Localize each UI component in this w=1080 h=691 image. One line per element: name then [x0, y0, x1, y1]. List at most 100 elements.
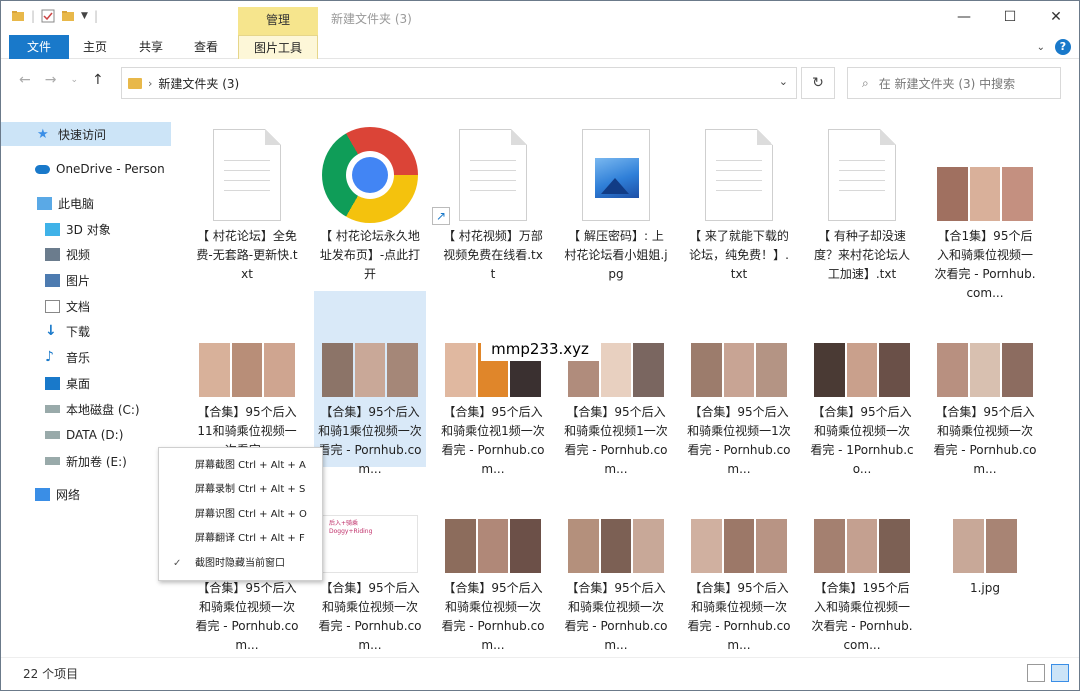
tab-home[interactable]: 主页 [73, 35, 117, 59]
sidebar-item-documents[interactable]: 文档 [1, 294, 171, 318]
sidebar-item-videos[interactable]: 视频 [1, 242, 171, 266]
sidebar-item-label: OneDrive - Person [56, 162, 165, 176]
chevron-down-icon[interactable]: ⌄ [779, 75, 788, 88]
minimize-button[interactable]: — [941, 1, 987, 33]
sidebar-item-label: 新加卷 (E:) [66, 454, 127, 469]
customize-toolbar-icon[interactable]: ▼ [81, 11, 88, 21]
sidebar-item-desktop[interactable]: 桌面 [1, 371, 171, 395]
folder-icon [128, 77, 142, 89]
menu-item-screen-ocr[interactable]: 屏幕识图 Ctrl + Alt + O [159, 503, 322, 527]
file-name: 1.jpg [969, 581, 1001, 595]
sidebar-item-label: 视频 [66, 247, 91, 262]
sidebar-item-network[interactable]: 网络 [1, 482, 171, 506]
sidebar-item-3d-objects[interactable]: 3D 对象 [1, 217, 171, 241]
cube-icon [45, 222, 60, 236]
tab-picture-tools[interactable]: 图片工具 [238, 35, 318, 59]
maximize-button[interactable]: ☐ [987, 1, 1033, 33]
search-placeholder: 在 新建文件夹 (3) 中搜索 [878, 76, 1016, 91]
file-item[interactable]: 【 有种子却没速度？来村花论坛人工加速】.txt [806, 115, 918, 291]
divider: | [93, 9, 99, 23]
text-file-icon [705, 129, 773, 221]
recent-locations-icon[interactable]: ⌄ [70, 72, 78, 88]
sidebar-item-drive-e[interactable]: 新加卷 (E:) [1, 449, 171, 473]
sidebar-item-music[interactable]: ♪ 音乐 [1, 345, 171, 369]
file-item[interactable]: 1.jpg [929, 467, 1041, 643]
sidebar-item-label: 本地磁盘 (C:) [66, 402, 140, 417]
window-title: 新建文件夹 (3) [331, 12, 412, 26]
breadcrumb[interactable]: 新建文件夹 (3) [158, 75, 239, 92]
file-item[interactable]: 【合集】95个后入和骑乘位视频一次看完 - Pornhub.com... [437, 467, 549, 652]
close-button[interactable]: ✕ [1033, 1, 1079, 33]
file-item[interactable]: 【合1集】95个后入和骑乘位视频一次看完 - Pornhub.com... [929, 115, 1041, 300]
back-arrow-icon[interactable]: ← [19, 72, 31, 88]
address-bar[interactable]: › 新建文件夹 (3) ⌄ [121, 67, 797, 99]
video-thumbnail [199, 343, 296, 397]
file-name: 【合集】95个后入和骑乘位视频一次看完 - Pornhub.com... [441, 581, 545, 652]
manage-contextual-tab[interactable]: 管理 [238, 7, 318, 35]
properties-icon[interactable] [41, 9, 55, 23]
video-thumbnail [445, 519, 542, 573]
file-item[interactable]: 【 来了就能下载的论坛，纯免费！】.txt [683, 115, 795, 291]
menu-item-screen-translate[interactable]: 屏幕翻译 Ctrl + Alt + F [159, 527, 322, 551]
sidebar-item-quick-access[interactable]: ★ 快速访问 [1, 122, 171, 146]
menu-item-screen-capture[interactable]: 屏幕截图 Ctrl + Alt + A [159, 454, 322, 478]
new-folder-icon[interactable] [61, 9, 75, 23]
file-item[interactable]: 【合集】95个后入和骑乘位视频一次看完 - 1Pornhub.co... [806, 291, 918, 476]
desktop-icon [45, 376, 60, 390]
file-name: 【合集】95个后入和骑乘位视频一次看完 - Pornhub.com... [195, 581, 299, 652]
download-icon: ↓ [45, 322, 57, 339]
file-item[interactable]: 【 解压密码】: 上村花论坛看小姐姐.jpg [560, 115, 672, 291]
vertical-scrollbar[interactable] [1061, 105, 1079, 655]
sidebar-item-label: DATA (D:) [66, 428, 124, 442]
menu-item-screen-record[interactable]: 屏幕录制 Ctrl + Alt + S [159, 478, 322, 502]
file-item[interactable]: 【合集】95个后入和骑乘位视频一次看完 - Pornhub.com... [929, 291, 1041, 476]
file-item[interactable]: 【 村花视频】万部视频免费在线看.txt [437, 115, 549, 291]
video-thumbnail [814, 519, 911, 573]
sidebar-item-onedrive[interactable]: OneDrive - Person [1, 157, 171, 181]
expand-ribbon-icon[interactable]: ⌄ [1037, 42, 1045, 53]
checkmark-icon: ✓ [173, 558, 182, 569]
file-item[interactable]: 【合集】95个后入和骑1乘位视频一次看完 - Pornhub.com... [314, 291, 426, 476]
file-item[interactable]: 【合集】95个后入11和骑乘位视频一次看完 - [191, 291, 303, 467]
sidebar-item-this-pc[interactable]: 此电脑 [1, 191, 171, 215]
menu-item-hide-window[interactable]: ✓ 截图时隐藏当前窗口 [159, 552, 322, 576]
view-switcher [1027, 664, 1069, 682]
file-item[interactable]: 【合集】95个后入和骑乘位视频一次看完 - Pornhub.com... [560, 467, 672, 652]
chevron-right-icon[interactable]: › [148, 77, 152, 90]
sidebar-item-drive-c[interactable]: 本地磁盘 (C:) [1, 397, 171, 421]
star-icon: ★ [37, 126, 49, 142]
search-input[interactable]: ⌕ 在 新建文件夹 (3) 中搜索 [847, 67, 1061, 99]
refresh-button[interactable]: ↻ [801, 67, 835, 99]
large-icons-view-icon[interactable] [1051, 664, 1069, 682]
file-item[interactable]: 【合集】95个后入和骑乘位视频一次看完 - Pornhub.com... [683, 467, 795, 652]
divider: | [31, 9, 36, 23]
sidebar-item-drive-d[interactable]: DATA (D:) [1, 423, 171, 447]
forward-arrow-icon[interactable]: → [45, 72, 57, 88]
sidebar-item-label: 桌面 [66, 376, 91, 391]
drive-icon [45, 431, 60, 439]
sidebar-item-downloads[interactable]: ↓ 下载 [1, 319, 171, 343]
file-item[interactable]: ↗ 【 村花论坛永久地址发布页】-点此打开 [314, 115, 450, 291]
window-controls: — ☐ ✕ [941, 1, 1079, 33]
file-item[interactable]: 【合集】95个后入和骑乘位视频一1次看完 - Pornhub.com... [683, 291, 795, 476]
file-name: 【合集】95个后入和骑乘位视频一次看完 - Pornhub.com... [318, 581, 422, 652]
file-name: 【合集】95个后入和骑乘位视频一次看完 - Pornhub.com... [687, 581, 791, 652]
details-view-icon[interactable] [1027, 664, 1045, 682]
file-item[interactable]: 【合集】95个后入和骑乘位视1频一次看完 - Pornhub.com... [437, 291, 549, 476]
image-file-icon [582, 129, 650, 221]
file-item[interactable]: 【合集】95个后入和骑乘位视频1一次看完 - Pornhub.com... [560, 291, 672, 476]
tab-view[interactable]: 查看 [184, 35, 228, 59]
up-arrow-icon[interactable]: ↑ [92, 72, 104, 88]
file-item[interactable]: 【合集】195个后入和骑乘位视频一次看完 - Pornhub.com... [806, 467, 918, 652]
text-file-icon [213, 129, 281, 221]
help-icon[interactable]: ? [1055, 39, 1071, 55]
tab-file[interactable]: 文件 [9, 35, 69, 59]
sidebar-item-pictures[interactable]: 图片 [1, 268, 171, 292]
ribbon-right: ⌄ ? [1037, 39, 1071, 55]
item-count: 22 个项目 [23, 667, 79, 681]
tab-share[interactable]: 共享 [129, 35, 173, 59]
video-thumbnail [937, 167, 1034, 221]
file-item[interactable]: 后入+骑乘 Doggy+Riding 【合集】95个后入和骑乘位视频一次看完 -… [314, 467, 426, 652]
chrome-icon [322, 127, 418, 223]
file-item[interactable]: 【 村花论坛】全免费-无套路-更新快.txt [191, 115, 303, 291]
